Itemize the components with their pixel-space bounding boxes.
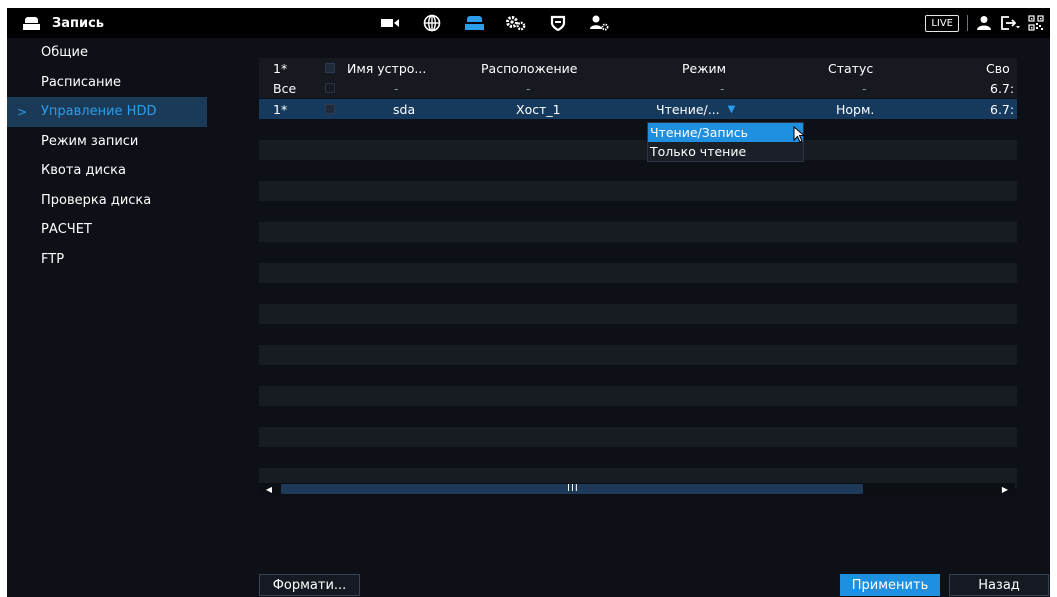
- row-free: 6.7:: [990, 80, 1015, 96]
- empty-row: [259, 386, 1017, 406]
- settings-gears-icon[interactable]: [495, 12, 537, 34]
- sidebar-item-label: Управление HDD: [41, 104, 157, 120]
- caret-down-icon: ▼: [727, 103, 736, 115]
- row-checkbox[interactable]: [325, 104, 335, 114]
- sidebar-item-disk-check[interactable]: Проверка диска: [7, 186, 207, 216]
- row-device-name: sda: [393, 101, 416, 117]
- sidebar-item-schedule[interactable]: Расписание: [7, 68, 207, 98]
- account-settings-icon[interactable]: [579, 12, 621, 34]
- camera-icon[interactable]: [369, 12, 411, 34]
- scroll-right-icon[interactable]: ▶: [998, 483, 1012, 495]
- select-all-checkbox[interactable]: [325, 63, 335, 73]
- sidebar-item-label: Квота диска: [41, 163, 126, 179]
- empty-row: [259, 427, 1017, 447]
- window-title: Запись: [23, 12, 104, 34]
- divider: [967, 15, 968, 31]
- sidebar-item-record-mode[interactable]: Режим записи: [7, 127, 207, 157]
- table-header: 1* Имя устро... Расположение Режим Стату…: [259, 58, 1017, 78]
- col-location-header[interactable]: Расположение: [481, 58, 611, 78]
- network-icon[interactable]: [411, 12, 453, 34]
- col-mode-header[interactable]: Режим: [682, 58, 772, 78]
- empty-row: [259, 222, 1017, 242]
- row-status: -: [862, 80, 867, 96]
- horizontal-scrollbar[interactable]: ◀ III ▶: [259, 483, 1015, 495]
- sidebar-item-label: Режим записи: [41, 133, 139, 149]
- row-device-name: -: [394, 80, 399, 96]
- mode-dropdown[interactable]: Чтение/... ▼: [656, 99, 766, 119]
- mode-dropdown-value: Чтение/...: [656, 101, 720, 117]
- table-row-all[interactable]: Все - - - - 6.7:: [259, 78, 1017, 98]
- recording-settings-window: Запись LIVE Общие Расписание > Управлени…: [7, 8, 1050, 597]
- top-bar: Запись LIVE: [7, 8, 1050, 38]
- sidebar-item-label: Проверка диска: [41, 192, 152, 208]
- col-device-name-header[interactable]: Имя устро...: [347, 58, 452, 78]
- sidebar-item-calculation[interactable]: РАСЧЕТ: [7, 215, 207, 245]
- header-checkbox-cell: [325, 58, 341, 78]
- storage-icon: [23, 16, 40, 30]
- hdd-table: 1* Имя устро... Расположение Режим Стату…: [259, 58, 1017, 498]
- sidebar-item-hdd-management[interactable]: > Управление HDD: [7, 97, 207, 127]
- shield-icon[interactable]: [537, 12, 579, 34]
- top-bar-right: LIVE: [925, 12, 1044, 34]
- logout-icon[interactable]: [1000, 15, 1020, 31]
- empty-row: [259, 263, 1017, 283]
- mode-dropdown-list: Чтение/Запись Только чтение: [647, 122, 804, 162]
- main-nav: [369, 12, 621, 34]
- empty-row: [259, 345, 1017, 365]
- col-free-header[interactable]: Сво: [986, 58, 1017, 78]
- mode-option-read-write[interactable]: Чтение/Запись: [648, 123, 803, 142]
- scroll-left-icon[interactable]: ◀: [262, 483, 276, 495]
- row-checkbox-cell: [325, 78, 341, 98]
- sidebar-item-label: Расписание: [41, 74, 121, 90]
- sidebar-item-label: Общие: [41, 45, 88, 61]
- sidebar-item-label: FTP: [41, 251, 65, 267]
- sidebar-item-ftp[interactable]: FTP: [7, 245, 207, 275]
- empty-row: [259, 181, 1017, 201]
- format-button[interactable]: Формати...: [259, 574, 360, 596]
- row-checkbox-cell: [325, 99, 341, 119]
- row-location: -: [526, 80, 531, 96]
- apply-button[interactable]: Применить: [840, 574, 940, 596]
- table-row-disk[interactable]: 1* sda Хост_1 Чтение/... ▼ Норм. 6.7:: [259, 99, 1017, 119]
- back-button[interactable]: Назад: [949, 574, 1049, 596]
- storage-nav-icon[interactable]: [453, 12, 495, 34]
- row-index: 1*: [273, 101, 288, 117]
- live-button[interactable]: LIVE: [925, 14, 959, 32]
- mouse-cursor-icon: [793, 126, 806, 143]
- sidebar-item-disk-quota[interactable]: Квота диска: [7, 156, 207, 186]
- qr-code-icon[interactable]: [1028, 15, 1044, 31]
- row-mode: -: [720, 80, 725, 96]
- chevron-right-icon: >: [17, 104, 28, 119]
- scrollbar-grip-icon: III: [567, 483, 579, 494]
- empty-row: [259, 140, 1017, 160]
- empty-row: [259, 304, 1017, 324]
- sidebar-item-label: РАСЧЕТ: [41, 222, 92, 238]
- sidebar-item-general[interactable]: Общие: [7, 38, 207, 68]
- col-status-header[interactable]: Статус: [828, 58, 908, 78]
- col-index-header[interactable]: 1*: [273, 58, 313, 78]
- window-title-label: Запись: [52, 15, 105, 31]
- row-index: Все: [273, 80, 297, 96]
- mode-option-read-only[interactable]: Только чтение: [648, 142, 803, 161]
- row-location: Хост_1: [516, 101, 561, 117]
- row-status: Норм.: [836, 101, 875, 117]
- user-icon[interactable]: [976, 15, 992, 31]
- row-free: 6.7:: [990, 101, 1015, 117]
- sidebar: Общие Расписание > Управление HDD Режим з…: [7, 38, 207, 597]
- row-checkbox[interactable]: [325, 83, 335, 93]
